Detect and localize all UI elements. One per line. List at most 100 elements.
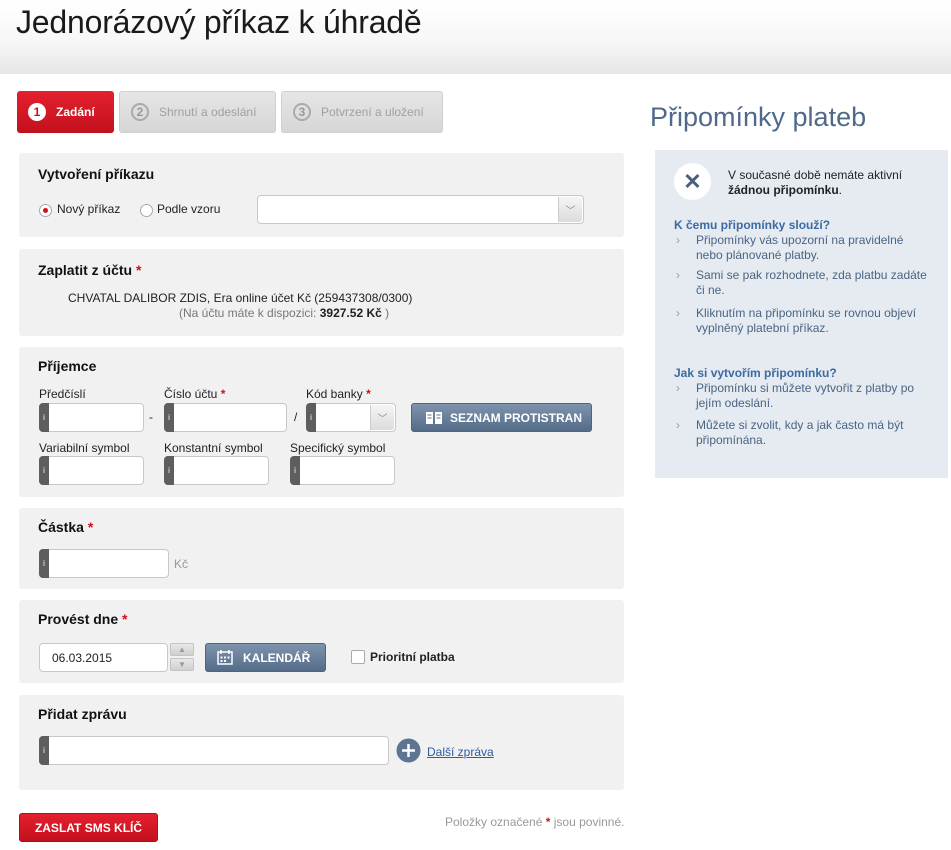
date-value: 06.03.2015 (52, 650, 113, 665)
recipient-panel: Příjemce Předčíslí Číslo účtu * Kód bank… (19, 347, 624, 497)
reminders-question-1: K čemu připomínky slouží? (674, 218, 831, 232)
info-icon: i (39, 403, 49, 432)
step-number: 2 (131, 103, 149, 121)
radio-new-order[interactable] (39, 204, 52, 217)
specific-symbol-label: Specifický symbol (290, 441, 386, 455)
section-title-text: Provést dne (38, 611, 119, 627)
info-icon: i (164, 403, 174, 432)
account-number-input[interactable]: i (164, 403, 287, 432)
note-prefix: Položky označené (445, 815, 543, 829)
close-icon: ✕ (674, 163, 711, 200)
calendar-button[interactable]: KALENDÁŘ (205, 643, 326, 672)
section-title: Částka * (38, 519, 93, 535)
date-input[interactable]: 06.03.2015 (39, 643, 168, 672)
step-number: 3 (293, 103, 311, 121)
message-panel: Přidat zprávu i Další zpráva (19, 695, 624, 790)
radio-from-template[interactable] (140, 204, 153, 217)
chevron-down-icon: ﹀ (558, 197, 582, 222)
constant-symbol-input[interactable]: i (164, 456, 269, 485)
info-icon: i (39, 736, 49, 765)
page-header: Jednorázový příkaz k úhradě (0, 0, 951, 74)
step-confirmation[interactable]: 3 Potvrzení a uložení (281, 91, 443, 133)
step-input[interactable]: 1 Zadání (17, 91, 114, 133)
plus-circle-icon[interactable] (396, 738, 421, 763)
info-icon: i (39, 549, 49, 578)
section-title: Vytvoření příkazu (38, 166, 155, 182)
required-mark: * (545, 815, 551, 829)
radio-new-order-label: Nový příkaz (57, 202, 121, 216)
chevron-right-icon: › (676, 268, 680, 282)
variable-symbol-label: Variabilní symbol (39, 441, 130, 455)
counterparty-list-button[interactable]: SEZNAM PROTISTRAN (411, 403, 592, 432)
no-reminders-text: V současné době nemáte aktivní žádnou př… (728, 168, 933, 198)
step-label: Potvrzení a uložení (321, 105, 424, 119)
section-title: Příjemce (38, 358, 97, 374)
list-item-text: Sami se pak rozhodnete, zda platbu zadát… (696, 268, 927, 297)
variable-symbol-input[interactable]: i (39, 456, 144, 485)
label-text: Číslo účtu (164, 387, 218, 401)
required-mark: * (122, 611, 128, 627)
balance-prefix: (Na účtu máte k dispozici: (179, 306, 317, 320)
create-order-panel: Vytvoření příkazu Nový příkaz Podle vzor… (19, 153, 624, 237)
required-mark: * (366, 387, 371, 401)
info-icon: i (39, 456, 49, 485)
slash-separator: / (294, 410, 298, 424)
section-title-text: Zaplatit z účtu (38, 262, 133, 278)
execution-date-panel: Provést dne * 06.03.2015 ▲ ▼ KALENDÁŘ Pr… (19, 600, 624, 683)
message-input[interactable]: i (39, 736, 389, 765)
info-icon: i (164, 456, 174, 485)
step-number: 1 (28, 103, 46, 121)
chevron-right-icon: › (676, 418, 680, 432)
list-item: › Sami se pak rozhodnete, zda platbu zadá… (676, 268, 932, 298)
arrow-up-icon[interactable]: ▲ (170, 643, 194, 656)
constant-symbol-label: Konstantní symbol (164, 441, 263, 455)
step-label: Zadání (56, 105, 95, 119)
amount-input[interactable]: i (39, 549, 169, 578)
date-stepper[interactable]: ▲ ▼ (170, 643, 194, 671)
balance-suffix: ) (385, 306, 390, 320)
list-item-text: Můžete si zvolit, kdy a jak často má být… (696, 418, 904, 447)
account-line: CHVATAL DALIBOR ZDIS, Era online účet Kč… (68, 291, 413, 305)
list-item: › Kliknutím na připomínku se rovnou objev… (676, 306, 932, 336)
balance-value: 3927.52 Kč (319, 306, 382, 320)
page-title: Jednorázový příkaz k úhradě (16, 4, 422, 40)
specific-symbol-input[interactable]: i (290, 456, 395, 485)
currency-label: Kč (174, 557, 189, 571)
list-item-text: Připomínky vás upozorní na pravidelné ne… (696, 233, 904, 262)
empty-bold: žádnou připomínku (728, 183, 839, 197)
required-mark: * (220, 387, 226, 401)
more-message-link[interactable]: Další zpráva (427, 745, 494, 759)
button-label: KALENDÁŘ (243, 650, 311, 665)
empty-line: V současné době nemáte aktivní (728, 168, 903, 182)
bank-code-select[interactable]: i ﹀ (306, 403, 396, 432)
list-item: › Připomínky vás upozorní na pravidelné n… (676, 233, 932, 263)
amount-panel: Částka * i Kč (19, 508, 624, 589)
note-suffix: jsou povinné. (553, 815, 625, 829)
reminders-title: Připomínky plateb (650, 102, 867, 132)
template-select[interactable]: ﹀ (257, 195, 584, 224)
chevron-right-icon: › (676, 306, 680, 320)
priority-checkbox[interactable] (351, 650, 365, 664)
send-sms-key-button[interactable]: ZASLAT SMS KLÍČ (19, 813, 158, 842)
list-item-text: Kliknutím na připomínku se rovnou objeví… (696, 306, 917, 335)
list-item-text: Připomínku si můžete vytvořit z platby p… (696, 381, 915, 410)
required-fields-note: Položky označené * jsou povinné. (445, 815, 624, 829)
chevron-right-icon: › (676, 233, 680, 247)
list-item: › Připomínku si můžete vytvořit z platby … (676, 381, 932, 411)
source-account-panel: Zaplatit z účtu * CHVATAL DALIBOR ZDIS, … (19, 249, 624, 336)
reminders-box: ✕ V současné době nemáte aktivní žádnou … (655, 150, 948, 478)
chevron-right-icon: › (676, 381, 680, 395)
book-icon (426, 411, 442, 424)
prefix-input[interactable]: i (39, 403, 144, 432)
button-label: ZASLAT SMS KLÍČ (34, 820, 143, 835)
step-summary[interactable]: 2 Shrnutí a odeslání (119, 91, 276, 133)
required-mark: * (136, 262, 142, 278)
chevron-down-icon: ﹀ (370, 405, 394, 430)
calendar-icon (217, 650, 233, 665)
account-balance: (Na účtu máte k dispozici: 3927.52 Kč ) (179, 306, 389, 320)
arrow-down-icon[interactable]: ▼ (170, 658, 194, 671)
reminders-question-2: Jak si vytvořím připomínku? (674, 366, 837, 380)
info-icon: i (290, 456, 300, 485)
empty-end: . (838, 183, 843, 197)
section-title: Zaplatit z účtu * (38, 262, 141, 278)
